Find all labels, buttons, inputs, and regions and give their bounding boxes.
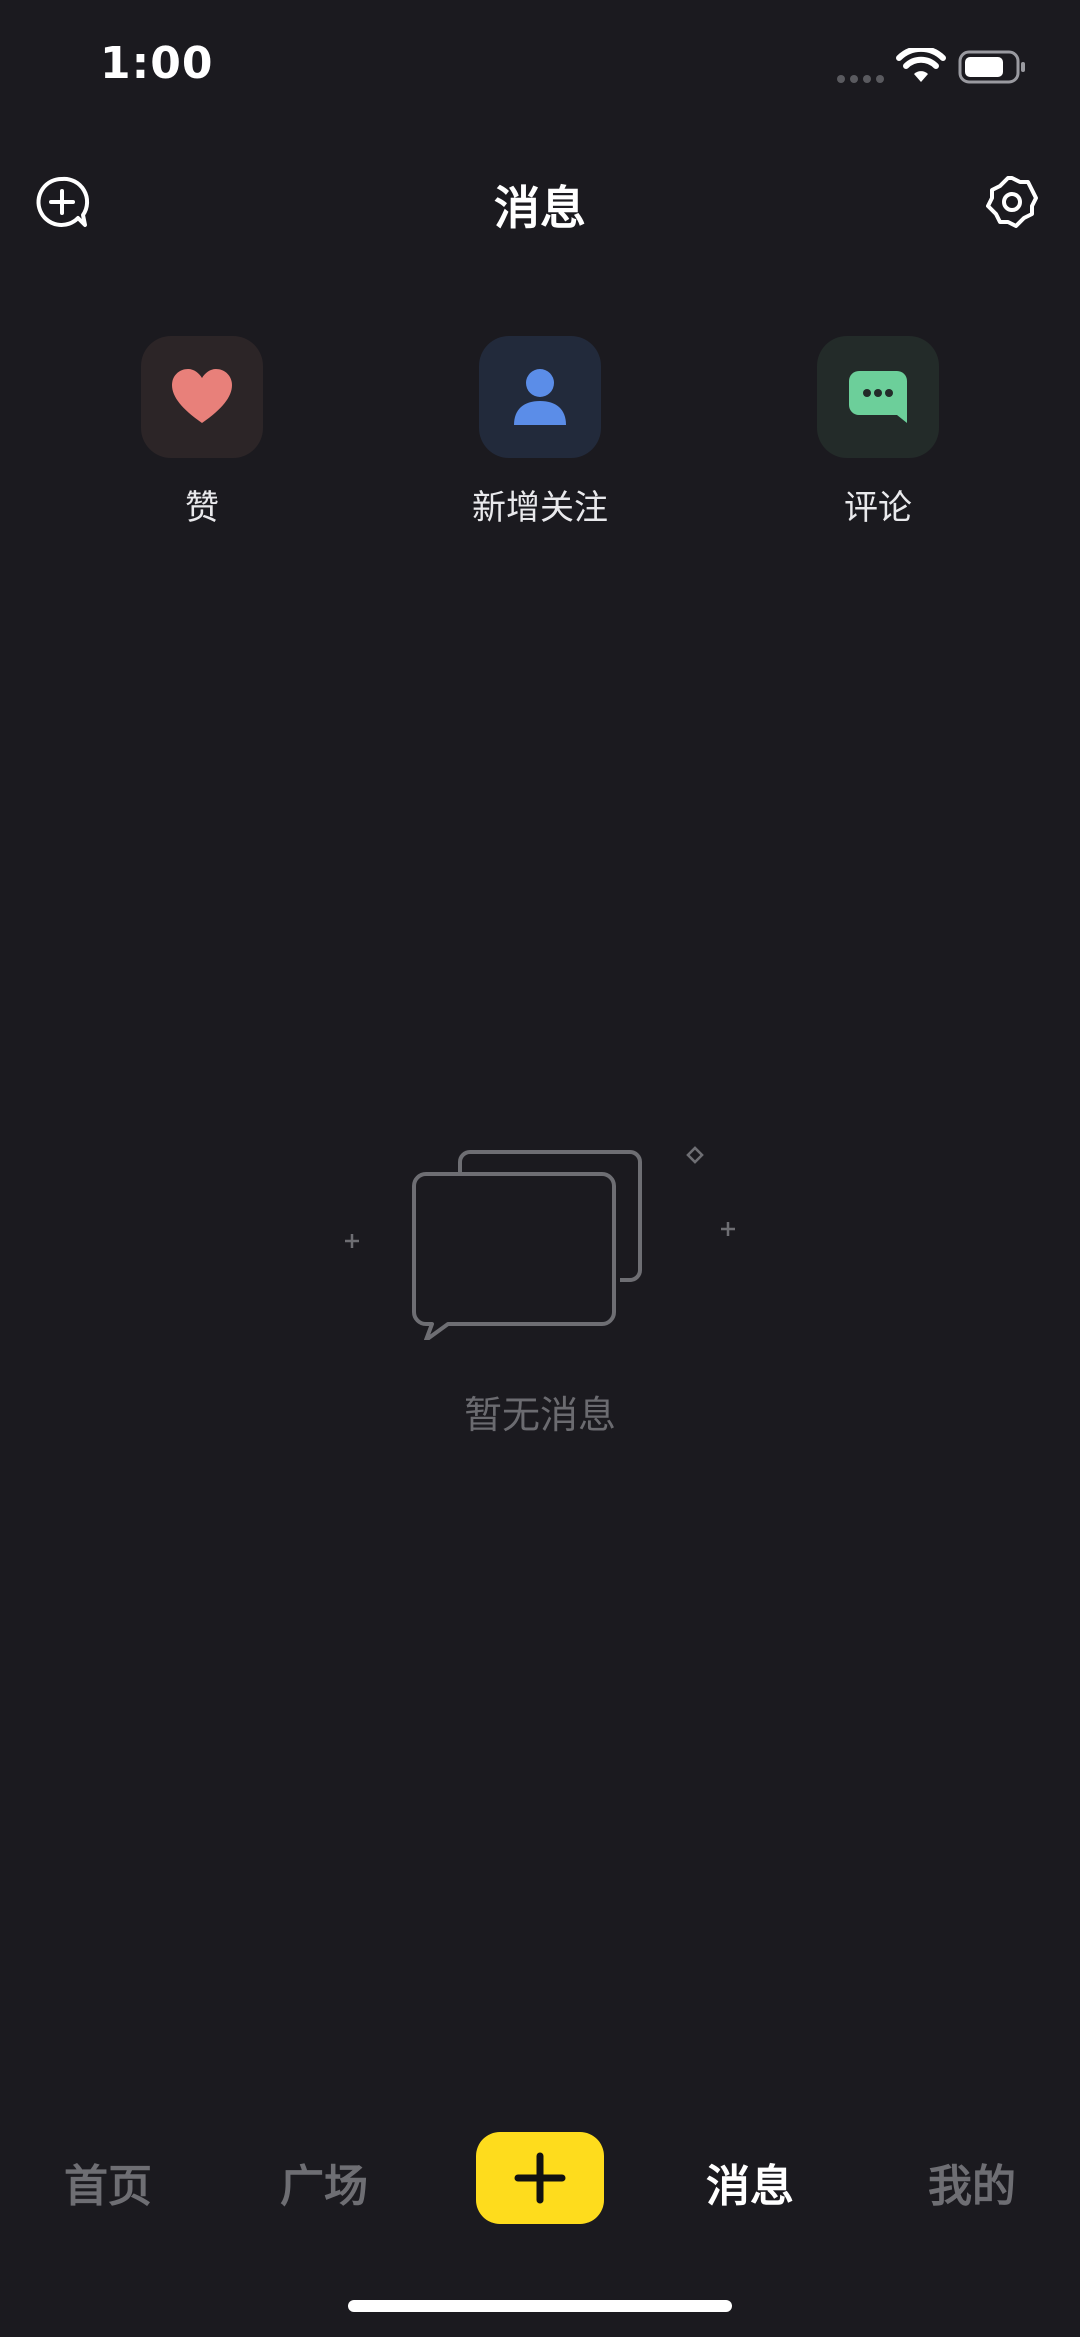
category-like[interactable]: 赞 — [92, 336, 312, 529]
comment-tile[interactable] — [817, 336, 939, 458]
signal-icon — [837, 75, 884, 83]
category-new-follow[interactable]: 新增关注 — [430, 336, 650, 529]
category-comment[interactable]: 评论 — [768, 336, 988, 529]
like-tile[interactable] — [141, 336, 263, 458]
status-time: 1:00 — [100, 38, 214, 89]
nav-mine[interactable]: 我的 — [928, 2150, 1016, 2214]
person-icon — [514, 369, 566, 425]
nav-square[interactable]: 广场 — [280, 2150, 368, 2214]
follow-tile[interactable] — [479, 336, 601, 458]
nav-home[interactable]: 首页 — [64, 2150, 152, 2214]
home-indicator — [348, 2300, 732, 2312]
category-label-follow: 新增关注 — [472, 488, 608, 528]
comment-icon — [849, 371, 907, 423]
plus-icon — [514, 2152, 566, 2204]
chat-bubbles-icon — [345, 1146, 735, 1340]
battery-icon — [958, 50, 1025, 84]
heart-icon — [172, 369, 232, 423]
add-post-button[interactable] — [476, 2132, 604, 2224]
category-label-comment: 评论 — [844, 488, 912, 528]
page-title: 消息 — [494, 181, 586, 235]
category-label-like: 赞 — [185, 488, 219, 528]
wifi-icon — [896, 48, 946, 82]
gear-icon[interactable] — [984, 174, 1040, 230]
empty-state-text: 暂无消息 — [463, 1393, 616, 1437]
nav-message[interactable]: 消息 — [706, 2150, 794, 2214]
